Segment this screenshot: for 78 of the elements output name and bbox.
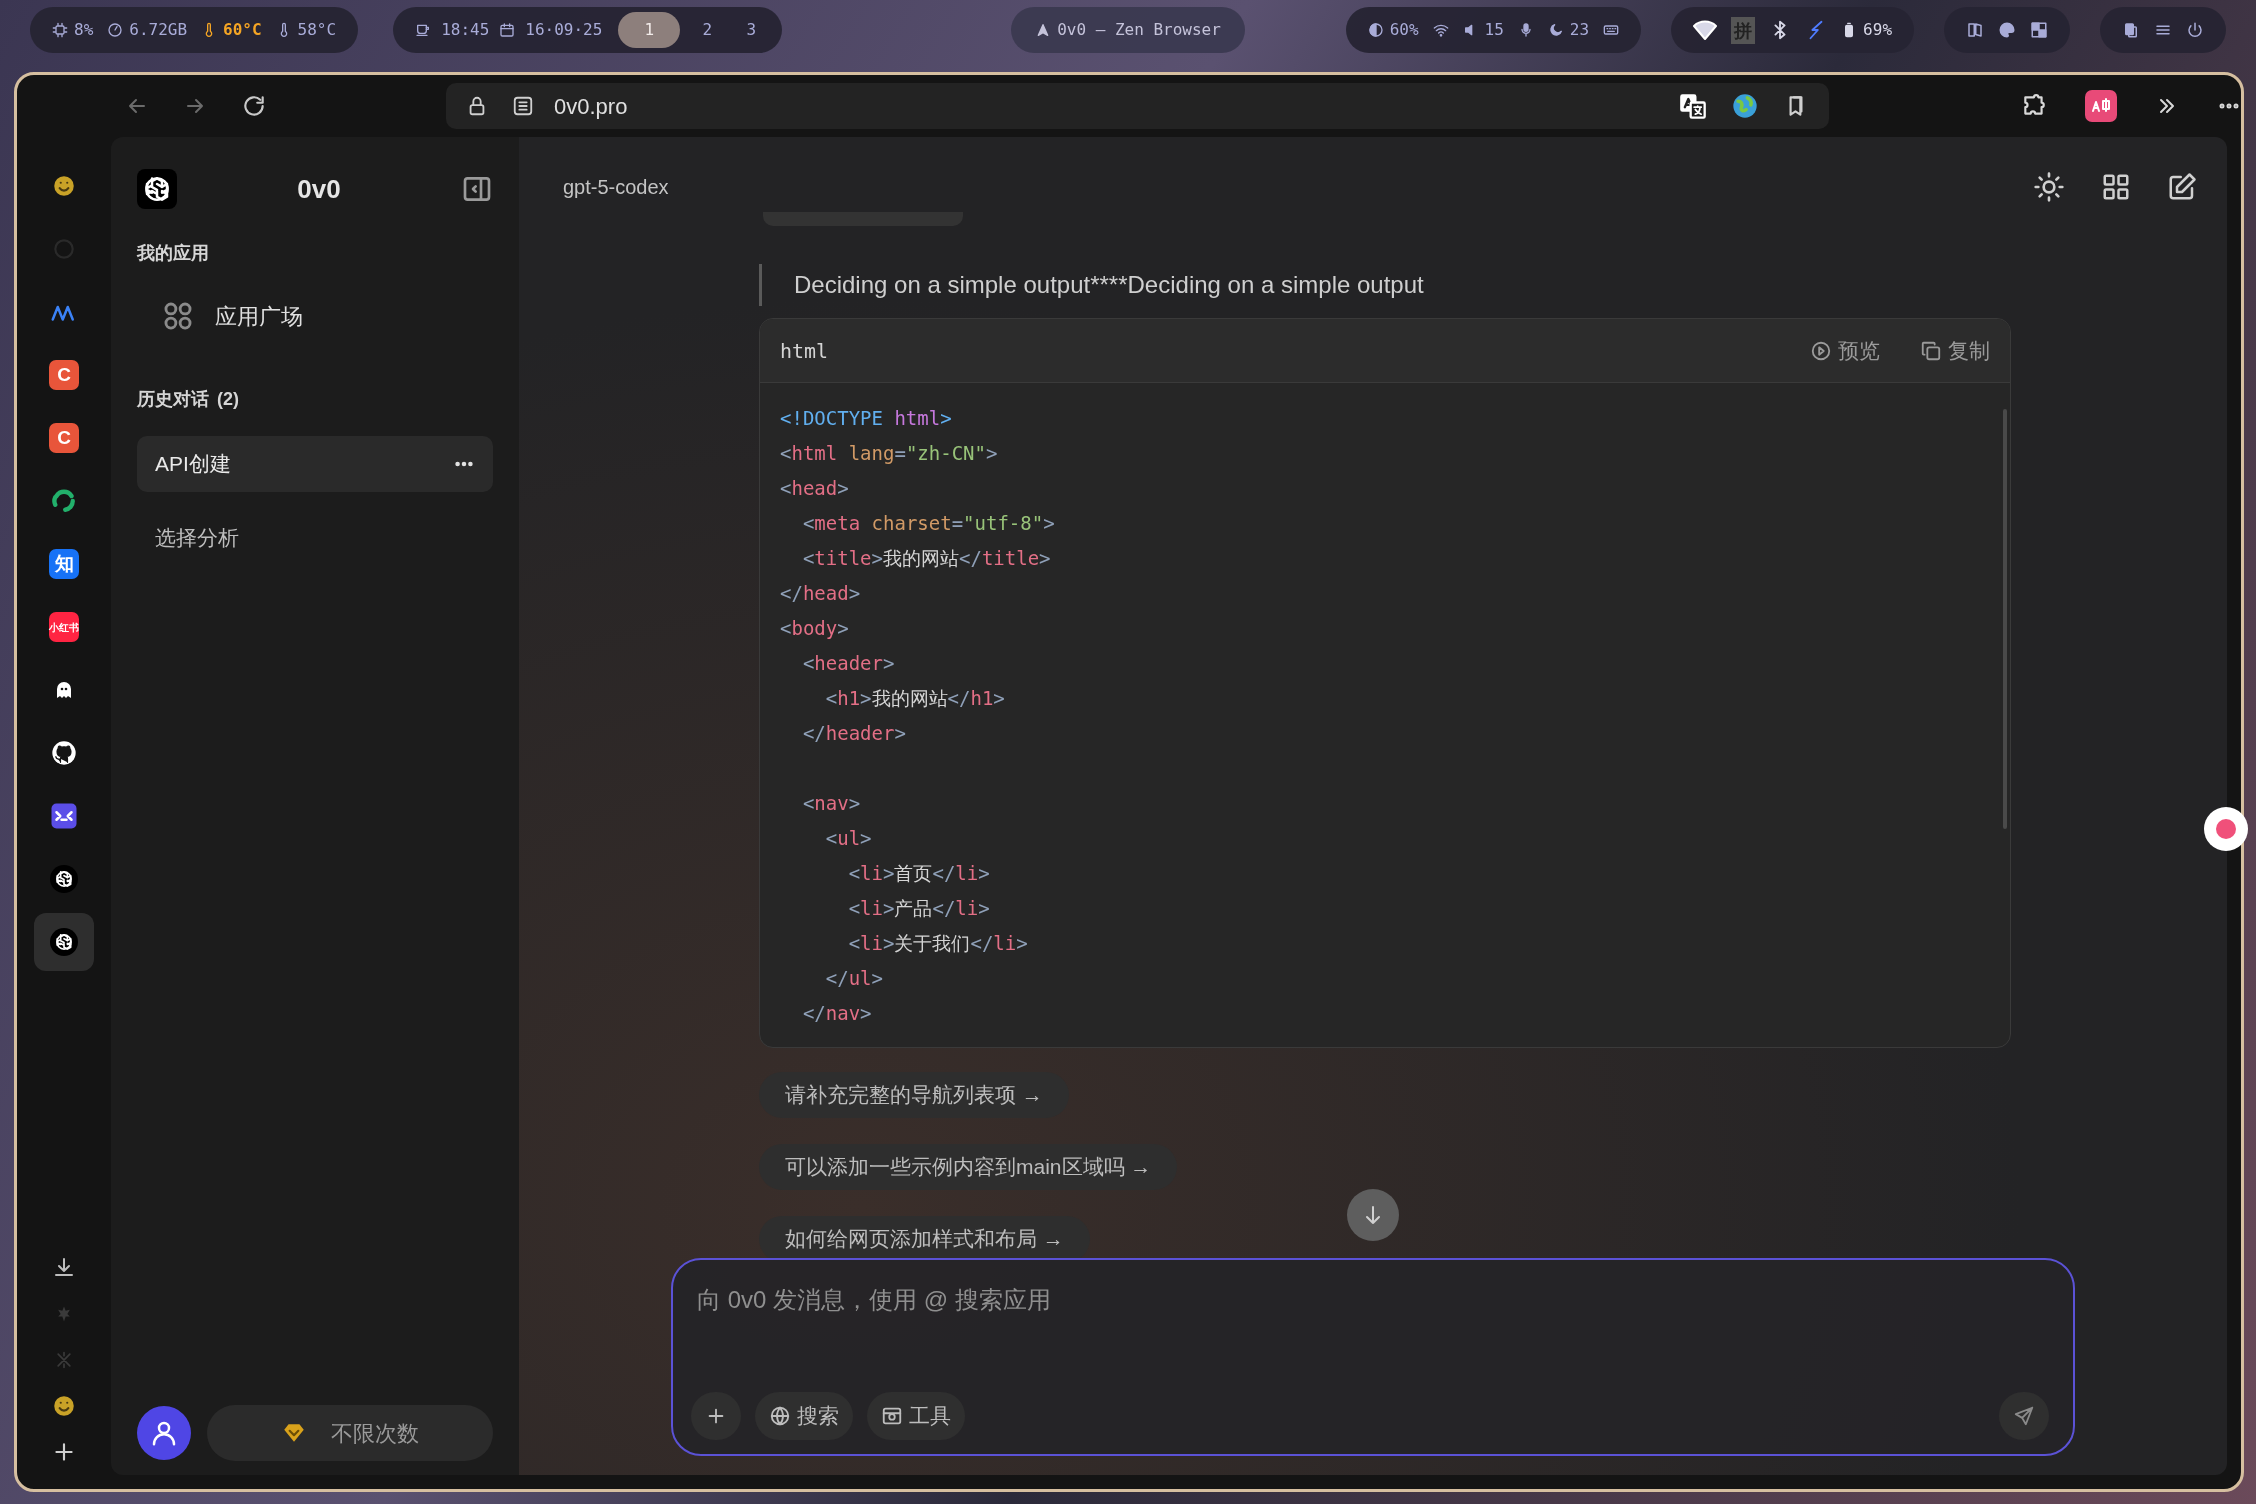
stat-value: 58°C — [297, 19, 337, 41]
plan-badge[interactable]: 不限次数 — [207, 1405, 493, 1461]
url-text: 0v0.pro — [554, 92, 628, 121]
history-item[interactable]: API创建 — [137, 436, 493, 492]
clock-time: 18:45 — [441, 19, 490, 41]
globe-icon — [769, 1405, 791, 1427]
rail-item[interactable] — [34, 913, 94, 971]
palette-icon — [1998, 21, 2016, 39]
toolbox-icon — [881, 1405, 903, 1427]
translate-icon[interactable] — [1679, 92, 1707, 120]
book-icon — [1966, 21, 1984, 39]
play-icon — [1810, 339, 1832, 362]
smiley-icon[interactable] — [51, 1393, 77, 1419]
wifi-signal-icon — [1693, 18, 1718, 42]
github-icon[interactable] — [50, 739, 78, 767]
robot-logo-icon[interactable] — [49, 801, 79, 831]
cpu-icon — [52, 22, 68, 38]
section-heading: 我的应用 — [137, 242, 210, 265]
suggestion-chip[interactable]: 可以添加一些示例内容到main区域吗 → — [759, 1144, 1178, 1190]
window-title: 0v0 — Zen Browser — [1057, 19, 1221, 41]
calendar-icon — [499, 22, 516, 38]
thinking-summary: Deciding on a simple output****Deciding on a simple output — [759, 264, 2011, 306]
model-name: gpt-5-codex — [563, 175, 669, 200]
app-logo-icon[interactable]: C — [49, 423, 79, 453]
history-count: (2) — [217, 388, 239, 411]
battery-percent: 69% — [1863, 19, 1892, 41]
memory-gauge-icon — [107, 22, 124, 38]
checker-icon — [2030, 21, 2048, 39]
globe-extension-icon[interactable] — [1731, 92, 1759, 120]
copy-button[interactable]: 复制 — [1920, 334, 1990, 367]
knot-icon — [54, 869, 74, 889]
smiley-icon[interactable] — [51, 173, 77, 199]
apps-icon[interactable] — [2101, 172, 2131, 202]
copy-icon — [1920, 339, 1942, 362]
clipboard-icon — [2122, 21, 2140, 39]
translator-extension-icon[interactable] — [2085, 90, 2117, 122]
new-chat-icon[interactable] — [2167, 172, 2197, 202]
workspace-button[interactable]: 3 — [734, 12, 769, 48]
keyboard-icon — [1603, 22, 1620, 38]
code-language: html — [780, 337, 829, 365]
stat-value: 60°C — [223, 19, 262, 41]
workspace-button[interactable]: 2 — [690, 12, 725, 48]
preview-button[interactable]: 预览 — [1810, 334, 1880, 367]
site-settings-icon — [512, 95, 534, 117]
cup-icon — [415, 22, 432, 38]
section-heading: 历史对话 — [137, 388, 209, 411]
app-item[interactable]: 应用广场 — [161, 292, 519, 340]
code-text: <!DOCTYPE html> <html lang="zh-CN"> <head> <meta charset="utf-8"> <title>我的网站</title> </head> <body> <header> <h1>我的网站</h1> </header> <nav> <ul> <li>首页</li> <li>产品</li> <li>关于我们</li> </ul> </nav> — [779, 406, 1056, 1026]
app-logo-icon[interactable]: 小红书 — [49, 612, 79, 642]
openai-knot-icon[interactable] — [50, 928, 78, 956]
brightness-icon — [1367, 22, 1384, 38]
power-icon — [2186, 21, 2204, 39]
scroll-down-button[interactable] — [1347, 1189, 1399, 1241]
app-title: 0v0 — [296, 172, 342, 206]
history-item[interactable]: 选择分析 — [137, 510, 493, 566]
app-logo-icon[interactable]: 知 — [49, 549, 79, 579]
send-icon — [2013, 1405, 2035, 1427]
knot-icon — [54, 932, 74, 952]
control-value: 23 — [1569, 19, 1590, 41]
search-button[interactable]: 搜索 — [755, 1392, 853, 1440]
add-button[interactable] — [691, 1392, 741, 1440]
moon-icon — [1547, 22, 1564, 38]
user-avatar[interactable] — [137, 1406, 191, 1460]
stat-value: 8% — [74, 19, 94, 41]
theme-toggle-icon[interactable] — [2033, 171, 2065, 203]
control-value: 15 — [1484, 19, 1504, 41]
wifi-icon — [1432, 22, 1449, 38]
tools-button[interactable]: 工具 — [867, 1392, 965, 1440]
openai-knot-icon[interactable] — [50, 865, 78, 893]
send-button[interactable] — [1999, 1392, 2049, 1440]
app-logo-icon[interactable]: C — [49, 360, 79, 390]
suggestion-chip[interactable]: 请补充完整的导航列表项 → — [759, 1072, 1069, 1118]
control-value: 60% — [1389, 19, 1419, 41]
stat-value: 6.72GB — [129, 19, 188, 41]
clock-date: 16·09·25 — [525, 19, 603, 41]
message-input[interactable]: 向 0v0 发消息，使用 @ 搜索应用 搜索 工具 — [671, 1258, 2075, 1456]
address-bar[interactable]: 0v0.pro — [446, 83, 1829, 129]
reload-icon[interactable] — [241, 93, 267, 119]
